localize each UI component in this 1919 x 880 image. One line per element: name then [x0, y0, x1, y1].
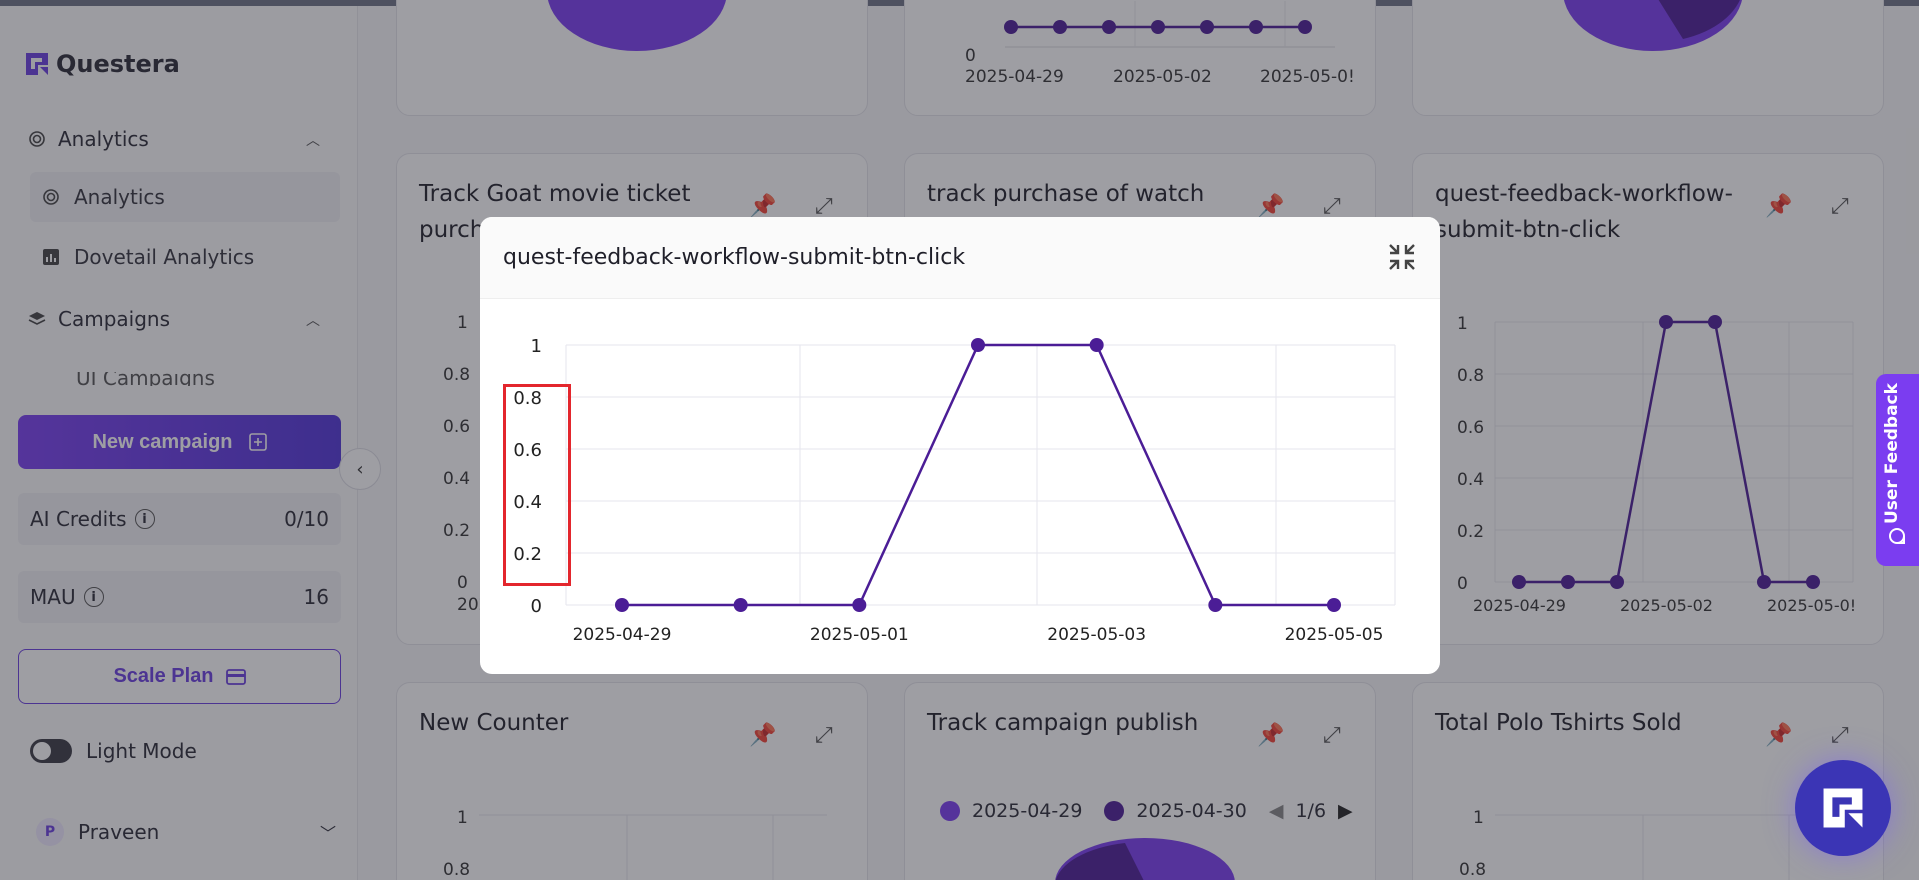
user-feedback-label: User Feedback — [1882, 383, 1902, 524]
x-tick-label: 2025-05-03 — [1047, 625, 1146, 645]
data-point[interactable] — [615, 598, 629, 612]
assistant-launcher-button[interactable] — [1795, 760, 1891, 856]
data-point[interactable] — [852, 598, 867, 612]
data-point[interactable] — [1208, 598, 1223, 612]
user-feedback-tab[interactable]: User Feedback — [1876, 374, 1919, 566]
chart-grid — [565, 344, 1396, 606]
x-tick-label: 2025-04-29 — [573, 625, 672, 645]
highlight-box — [503, 384, 571, 586]
chat-icon — [1889, 528, 1905, 544]
x-tick-label: 2025-05-01 — [810, 625, 909, 645]
questera-logo-icon — [1823, 788, 1863, 828]
data-point[interactable] — [1089, 338, 1104, 352]
modal-backdrop-sidebar[interactable] — [0, 0, 358, 880]
data-point[interactable] — [971, 338, 985, 352]
y-tick-label: 1 — [531, 336, 542, 357]
y-tick-label: 0 — [531, 596, 542, 617]
series-line — [622, 343, 1334, 607]
data-point[interactable] — [1327, 598, 1341, 612]
data-point[interactable] — [733, 598, 748, 612]
x-tick-label: 2025-05-05 — [1285, 625, 1384, 645]
chart-modal: quest-feedback-workflow-submit-btn-click… — [480, 217, 1440, 674]
line-chart: 10.80.60.40.202025-04-29 2025-05-01 2025-0… — [513, 336, 1396, 645]
